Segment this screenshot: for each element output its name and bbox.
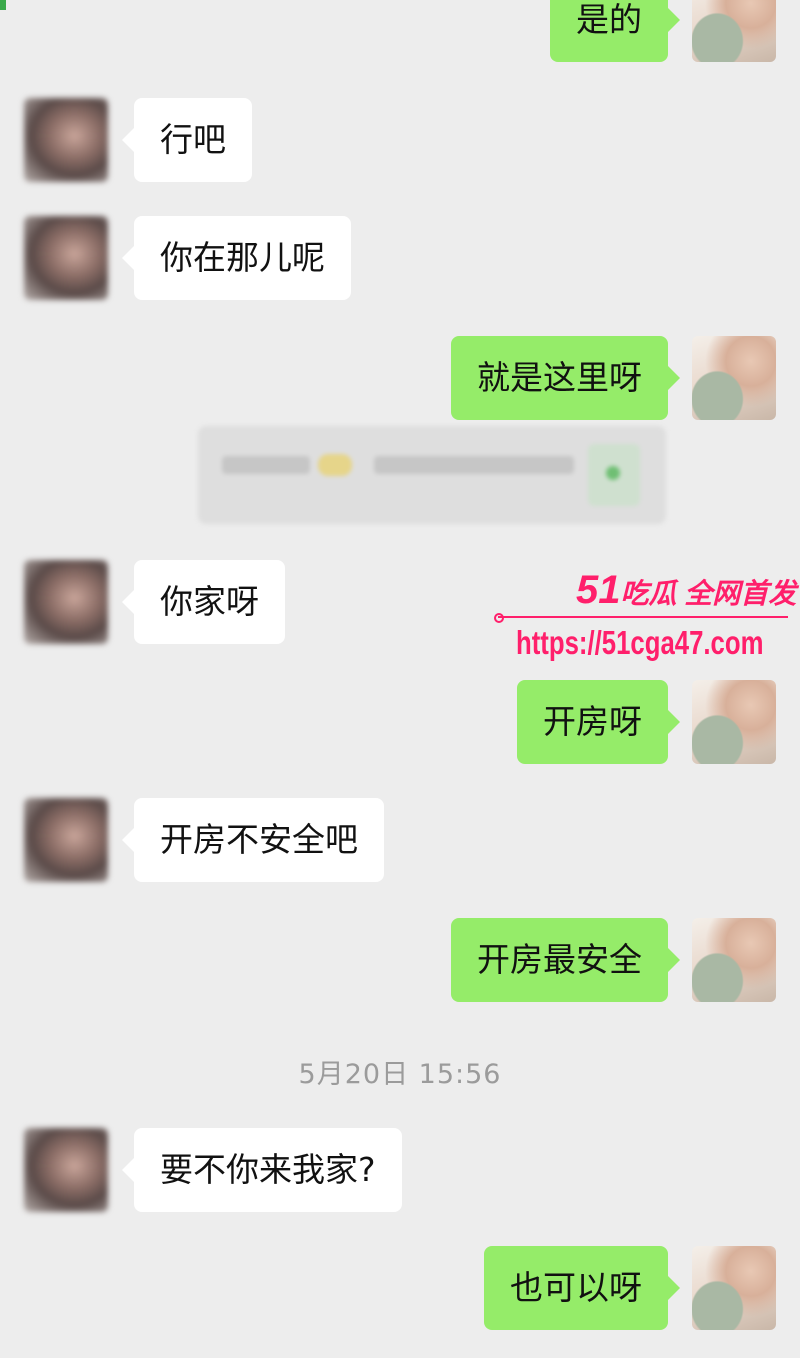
contact-avatar[interactable] — [24, 216, 108, 300]
message-timestamp: 5月20日 15:56 — [298, 1059, 502, 1090]
my-avatar[interactable] — [692, 680, 776, 764]
message-bubble-received[interactable]: 要不你来我家? — [122, 1128, 402, 1212]
message-bubble-received[interactable]: 开房不安全吧 — [122, 798, 384, 882]
watermark-url: https://51cga47.com — [516, 624, 764, 661]
message-bubble-sent[interactable]: 就是这里呀 — [451, 336, 680, 420]
message-bubble-received[interactable]: 行吧 — [122, 98, 252, 182]
watermark-brand: 51吃瓜 全网首发 — [576, 568, 796, 613]
my-avatar[interactable] — [692, 918, 776, 1002]
message-bubble-sent[interactable]: 也可以呀 — [484, 1246, 680, 1330]
watermark-brand-text: 吃瓜 全网首发 — [620, 578, 797, 609]
watermark-divider — [494, 613, 788, 623]
emoji-icon — [318, 454, 352, 476]
my-avatar[interactable] — [692, 0, 776, 62]
message-bubble-received[interactable]: 你在那儿呢 — [122, 216, 351, 300]
contact-avatar[interactable] — [24, 560, 108, 644]
contact-avatar[interactable] — [24, 798, 108, 882]
contact-avatar[interactable] — [24, 1128, 108, 1212]
blurred-text — [222, 456, 310, 474]
blurred-text — [374, 456, 574, 474]
blurred-location-card[interactable] — [198, 426, 666, 524]
my-avatar[interactable] — [692, 1246, 776, 1330]
map-thumbnail-icon — [588, 444, 640, 506]
my-avatar[interactable] — [692, 336, 776, 420]
message-bubble-received[interactable]: 你家呀 — [122, 560, 285, 644]
watermark: 51吃瓜 全网首发 https://51cga47.com — [494, 568, 796, 668]
chat-conversation: 是的 行吧 你在那儿呢 就是这里呀 你家呀 开房呀 开房不安全吧 开房最安全 5… — [0, 0, 800, 1358]
message-bubble-sent[interactable]: 开房呀 — [517, 680, 680, 764]
message-bubble-sent[interactable]: 开房最安全 — [451, 918, 680, 1002]
top-edge-marker — [0, 0, 6, 10]
message-bubble-sent[interactable]: 是的 — [550, 0, 680, 62]
contact-avatar[interactable] — [24, 98, 108, 182]
watermark-brand-number: 51 — [576, 568, 621, 612]
